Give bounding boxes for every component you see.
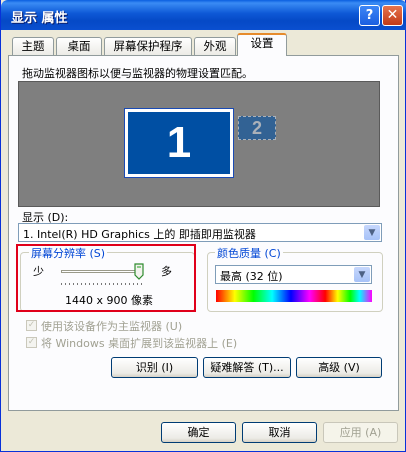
display-select[interactable]: 1. Intel(R) HD Graphics 上的 即插即用监视器 ▼ bbox=[18, 223, 382, 242]
troubleshoot-button[interactable]: 疑难解答 (T)... bbox=[203, 357, 291, 378]
display-properties-window: 显示 属性 ? ✕ 主题 桌面 屏幕保护程序 外观 设置 拖动监视器图标以便与监… bbox=[0, 0, 406, 452]
extend-desktop-label: 将 Windows 桌面扩展到该监视器上 (E) bbox=[41, 337, 238, 350]
apply-button[interactable]: 应用 (A) bbox=[323, 422, 398, 443]
highlight-frame bbox=[16, 244, 196, 312]
window-title: 显示 属性 bbox=[11, 11, 68, 26]
primary-monitor-label: 使用该设备作为主监视器 (U) bbox=[41, 320, 183, 333]
chevron-down-icon[interactable]: ▼ bbox=[354, 267, 370, 282]
ok-button[interactable]: 确定 bbox=[161, 422, 236, 443]
chevron-down-icon[interactable]: ▼ bbox=[364, 225, 380, 240]
primary-monitor-checkbox[interactable]: ✓ bbox=[26, 320, 37, 331]
display-select-value: 1. Intel(R) HD Graphics 上的 即插即用监视器 bbox=[23, 228, 256, 241]
tab-settings[interactable]: 设置 bbox=[237, 33, 287, 56]
tab-desktop[interactable]: 桌面 bbox=[56, 37, 102, 55]
tab-themes[interactable]: 主题 bbox=[12, 37, 54, 55]
color-quality-group-label: 颜色质量 (C) bbox=[215, 245, 283, 261]
tab-screensaver[interactable]: 屏幕保护程序 bbox=[104, 37, 192, 55]
monitor-2-icon[interactable]: 2 bbox=[238, 116, 276, 140]
color-quality-select-value: 最高 (32 位) bbox=[220, 270, 283, 283]
title-bar[interactable]: 显示 属性 ? ✕ bbox=[1, 0, 406, 30]
monitor-1-icon[interactable]: 1 bbox=[124, 108, 234, 178]
extend-desktop-checkbox[interactable]: ✓ bbox=[26, 337, 37, 348]
advanced-button[interactable]: 高级 (V) bbox=[296, 357, 382, 378]
color-spectrum-bar bbox=[216, 290, 372, 302]
instruction-text: 拖动监视器图标以便与监视器的物理设置匹配。 bbox=[22, 67, 253, 80]
tab-appearance[interactable]: 外观 bbox=[194, 37, 236, 55]
close-button[interactable]: ✕ bbox=[382, 5, 403, 26]
color-quality-select[interactable]: 最高 (32 位) ▼ bbox=[215, 265, 372, 284]
cancel-button[interactable]: 取消 bbox=[242, 422, 317, 443]
identify-button[interactable]: 识别 (I) bbox=[111, 357, 198, 378]
help-button[interactable]: ? bbox=[359, 5, 380, 26]
